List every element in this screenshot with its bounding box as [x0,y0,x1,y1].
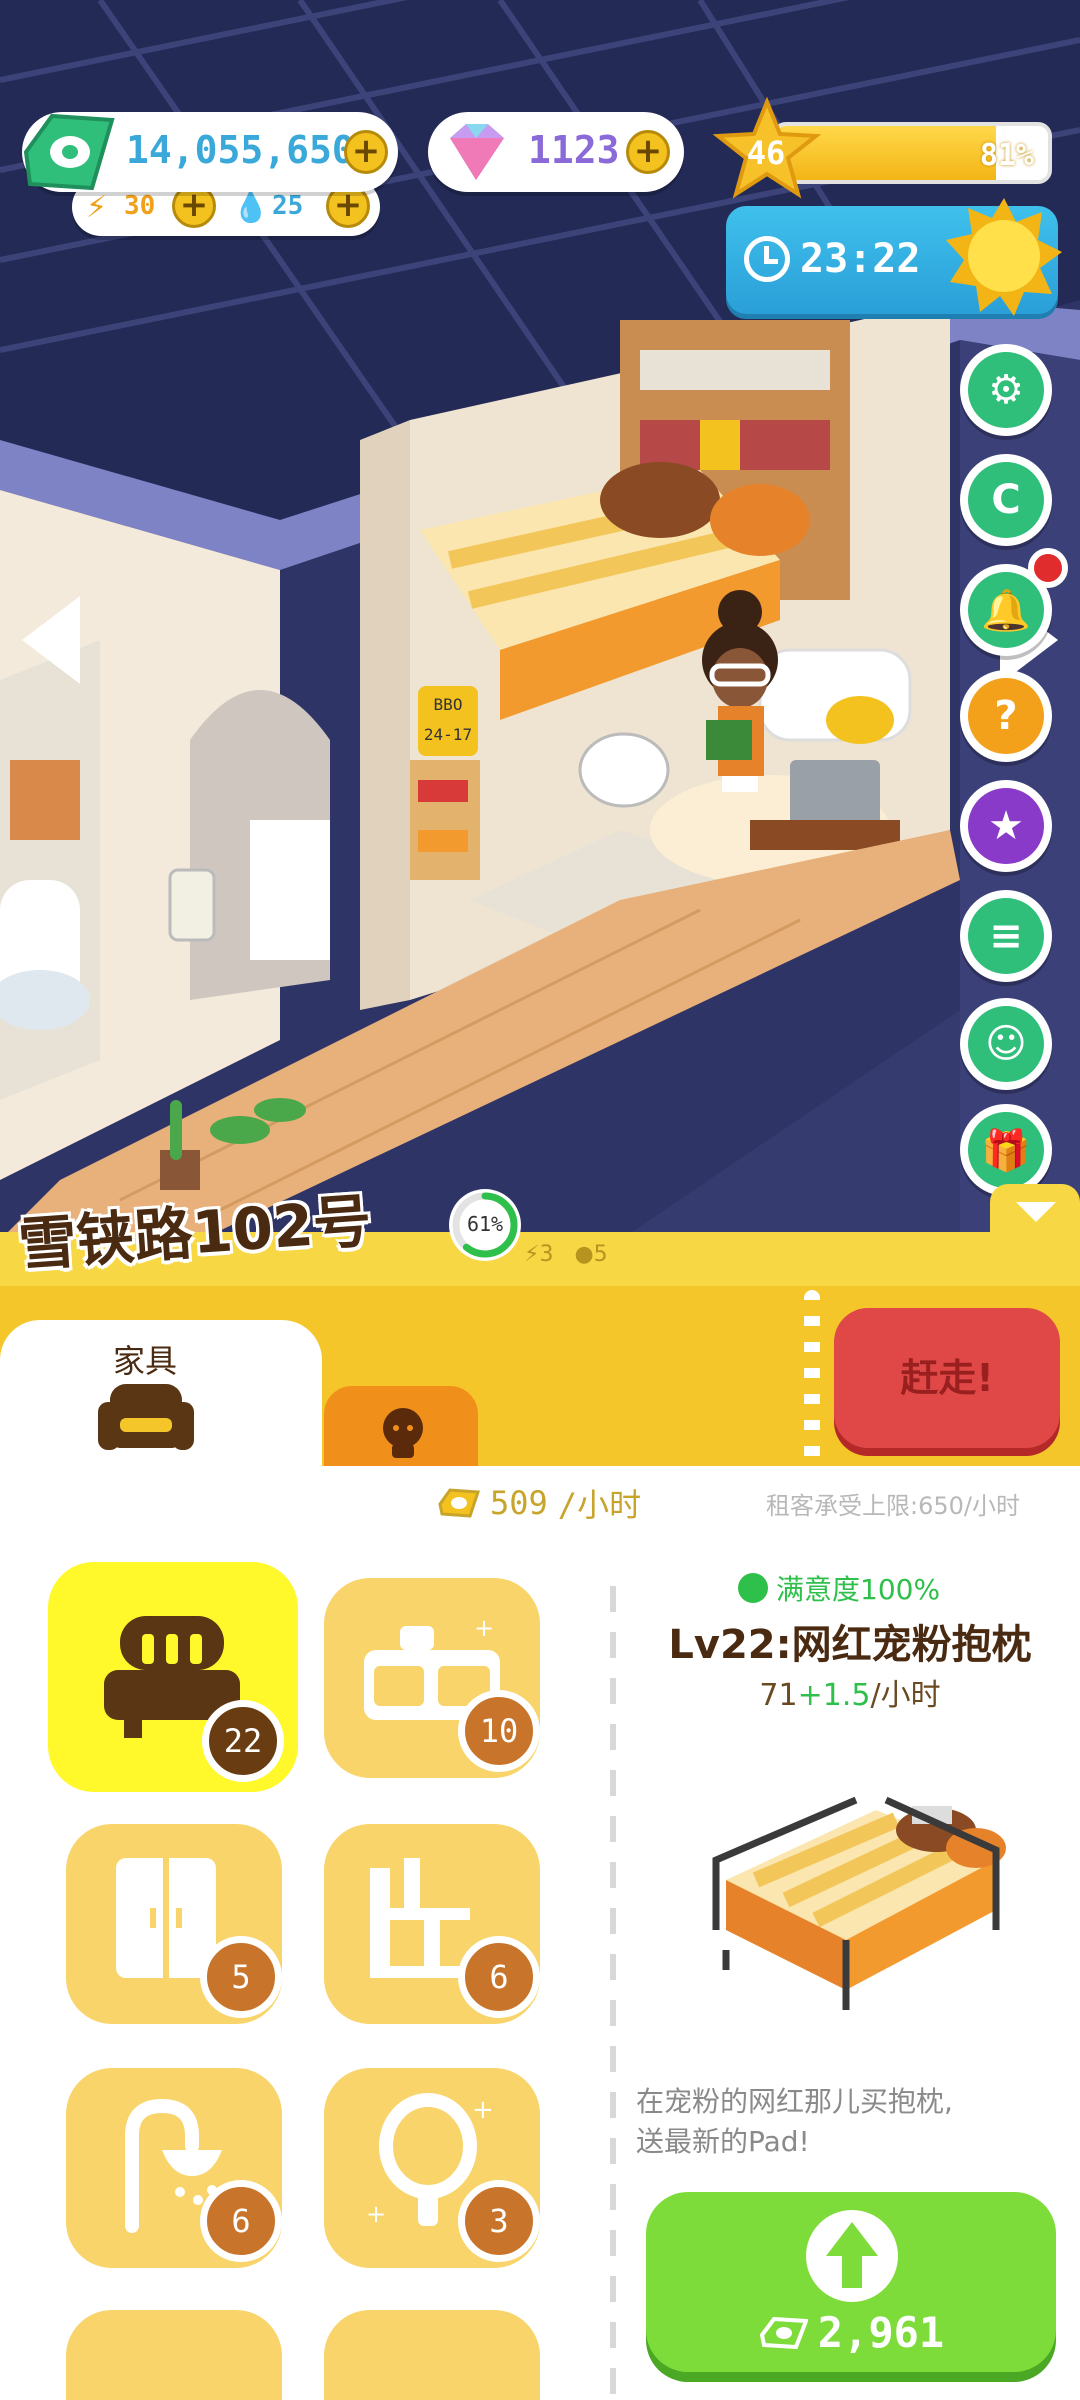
sun-icon [946,198,1062,316]
star-book-icon: ★ [968,788,1044,864]
armchair-icon [98,1384,194,1450]
tab-tenant[interactable] [324,1386,478,1476]
category-shower[interactable]: 6 [66,2068,282,2268]
upgrade-cost-value: 2,961 [817,2308,945,2357]
notification-badge [1028,548,1068,588]
smile-icon [738,1573,768,1603]
plate-top-text: BBO [434,695,463,714]
gift-button[interactable]: 🎁 [960,1104,1052,1196]
income-rate: 509 /小时 [436,1480,641,1526]
gem-pill: 1123 + [428,112,684,192]
item-description-line: 在宠粉的网红那儿买抱枕, [636,2085,953,2118]
upgrade-button[interactable]: 2,961 [646,2192,1056,2372]
previous-room-arrow-icon[interactable] [22,596,80,684]
panel-divider [610,1586,616,2400]
gear-icon: ⚙ [968,352,1044,428]
item-rate-bonus: +1.5 [797,1678,871,1713]
occupancy-percent: 61% [466,1212,504,1236]
room-cost-stats: ⚡3 ●5 [524,1242,608,1267]
tasks-button[interactable]: ≡ [960,890,1052,982]
chat-icon: ☺ [968,1006,1044,1082]
category-mirror[interactable]: + + 3 [324,2068,540,2268]
xp-percent: 81% [979,138,1034,173]
category-more-2[interactable] [324,2310,540,2400]
item-rate: 71+1.5/小时 [620,1670,1080,1714]
coin-cost: 5 [593,1242,608,1267]
money-pill: 14,055,650 + [22,112,398,192]
svg-text:+: + [366,2200,386,2228]
timer-value: 23:22 [800,236,921,282]
player-level: 46 [746,134,786,172]
plate-bottom-text: 24-17 [424,725,472,744]
energy-value: 30 [124,191,156,221]
settings-button[interactable]: ⚙ [960,344,1052,436]
category-count: 6 [200,2180,282,2262]
collapse-panel-button[interactable] [990,1184,1080,1240]
bell-icon: 🔔 [968,572,1044,648]
item-description: 在宠粉的网红那儿买抱枕, 送最新的Pad! [636,2082,1056,2162]
mystery-box-icon: ? [968,678,1044,754]
cash-icon [759,2316,808,2349]
gift-icon: 🎁 [968,1112,1044,1188]
water-drop-icon: 💧 [232,190,270,225]
income-value: 509 [490,1484,548,1522]
category-count: 5 [200,1936,282,2018]
income-unit: /小时 [557,1486,642,1524]
category-more-1[interactable] [66,2310,282,2400]
gem-value: 1123 [528,128,620,172]
svg-text:+: + [472,2095,494,2125]
item-rate-unit: /小时 [870,1678,941,1713]
svg-text:+: + [474,1614,494,1642]
category-shelf[interactable]: 6 [324,1824,540,2024]
tenant-face-icon [383,1408,423,1458]
clock-icon [744,236,790,282]
add-money-button[interactable]: + [344,130,388,174]
mystery-box-button[interactable]: ? [960,670,1052,762]
c-coin-icon: C [968,462,1044,538]
category-cabinet[interactable]: + 10 [324,1578,540,1778]
upgrade-cost: 2,961 [646,2308,1056,2357]
cash-icon [438,1488,480,1518]
item-title: Lv22:网红宠粉抱枕 [668,1622,1032,1668]
day-timer[interactable]: 23:22 [726,198,1062,316]
upgrade-arrow-icon [806,2210,898,2302]
money-value: 14,055,650 [126,128,355,172]
category-wardrobe[interactable]: 5 [66,1824,282,2024]
energy-cost: 3 [539,1242,554,1267]
lightning-icon: ⚡ [524,1242,540,1267]
notes-icon: ≡ [968,898,1044,974]
level-progress[interactable]: 81% 46 [712,96,1056,199]
add-gems-button[interactable]: + [626,130,670,174]
rent-limit-label: 租客承受上限:650/小时 [766,1492,1020,1520]
evict-button[interactable]: 赶走! [834,1308,1060,1448]
category-count: 6 [458,1936,540,2018]
coin-icon: ● [574,1242,594,1267]
satisfaction-text: 满意度100% [776,1573,941,1606]
diamond-icon [450,124,504,180]
coin-shop-button[interactable]: C [960,454,1052,546]
collection-book-button[interactable]: ★ [960,780,1052,872]
satisfaction-label: 满意度100% [738,1568,940,1608]
category-count: 22 [202,1700,284,1782]
category-bed[interactable]: 22 [48,1562,298,1792]
water-value: 25 [272,191,304,221]
tab-furniture[interactable]: 家具 [0,1320,322,1470]
bed-item-image [712,1796,1006,2010]
tab-furniture-label: 家具 [112,1342,177,1380]
category-count: 10 [458,1690,540,1772]
panel-separator [804,1290,820,1466]
chat-button[interactable]: ☺ [960,998,1052,1090]
item-description-line: 送最新的Pad! [636,2125,810,2158]
cash-icon [23,113,115,191]
item-rate-base: 71 [759,1678,798,1713]
category-count: 3 [458,2180,540,2262]
